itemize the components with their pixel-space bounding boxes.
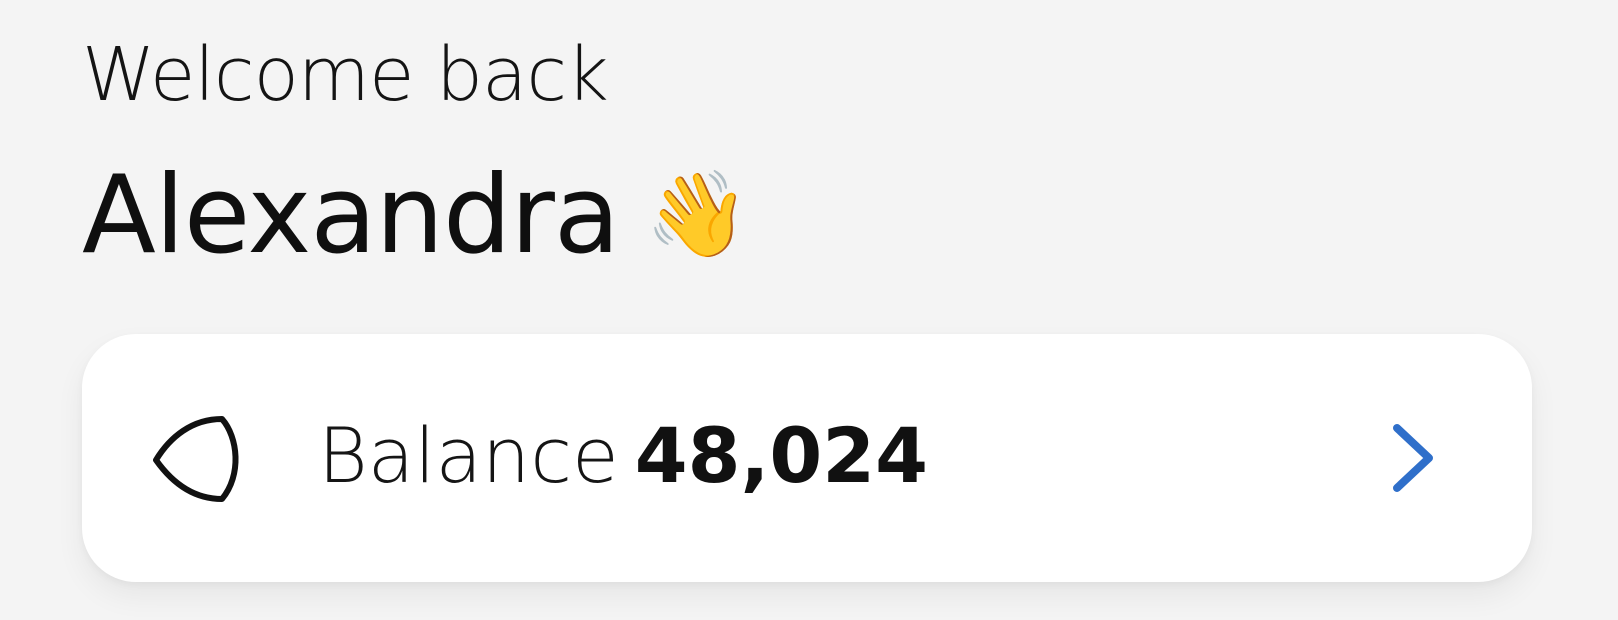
balance-card[interactable]: Balance 48,024: [82, 334, 1532, 582]
user-name-row: Alexandra 👋: [82, 162, 750, 270]
balance-label: Balance: [318, 411, 619, 500]
balance-text: Balance 48,024: [318, 418, 928, 494]
chevron-right-icon[interactable]: [1387, 422, 1439, 494]
token-icon: [153, 416, 239, 502]
greeting-text: Welcome back: [82, 32, 609, 118]
home-screen: Welcome back Alexandra 👋 Balance 48,024: [0, 0, 1618, 620]
user-name: Alexandra: [82, 153, 620, 278]
balance-value: 48,024: [634, 411, 929, 500]
waving-hand-icon: 👋: [645, 165, 750, 263]
